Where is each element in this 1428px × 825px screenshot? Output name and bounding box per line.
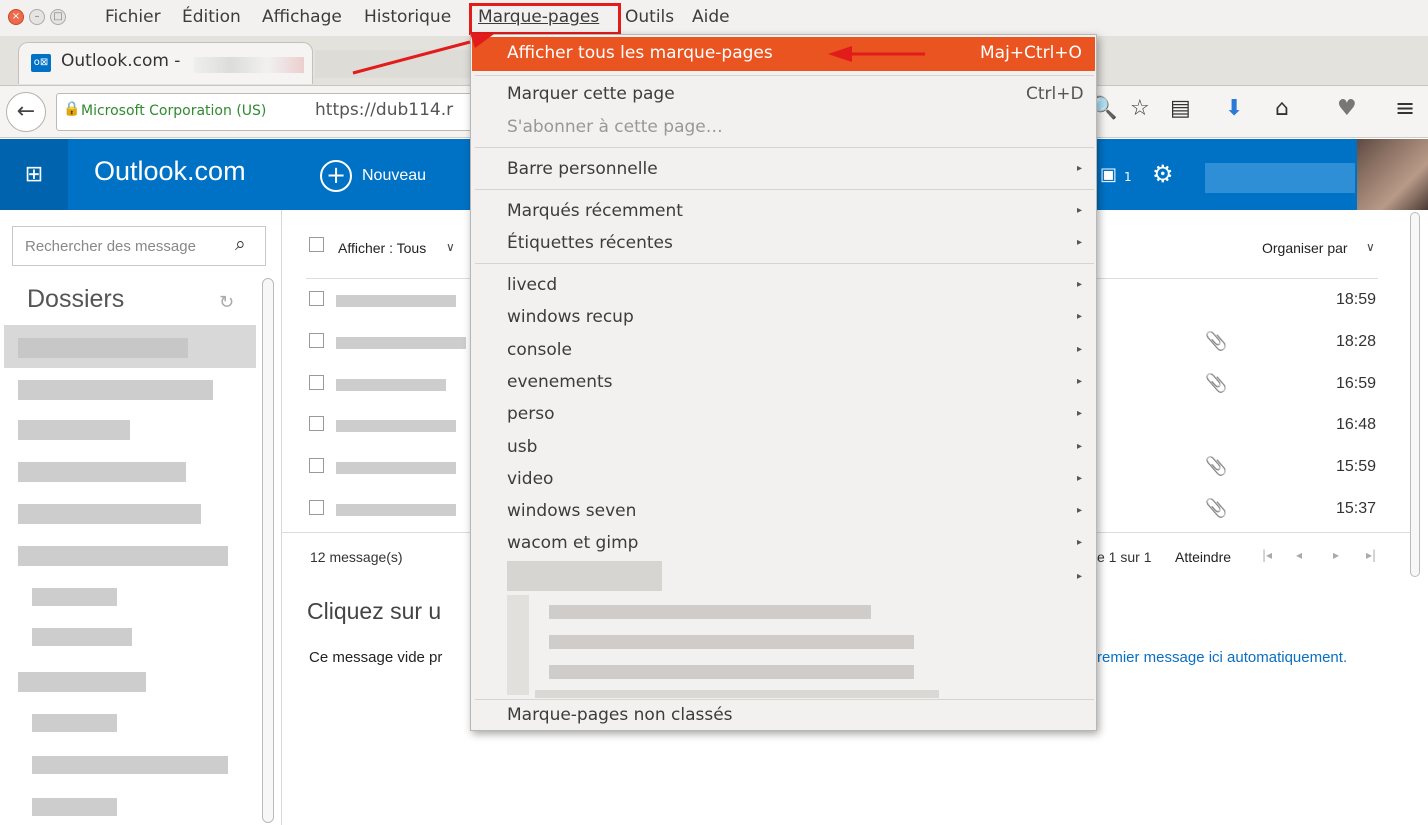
firefox-window: × – □ Fichier Édition Affichage Historiq…: [0, 0, 1428, 825]
annotation-arrows: [352, 33, 925, 75]
annotation-arrow-line: [352, 40, 471, 75]
annotation-arrowhead: [828, 46, 852, 62]
annotation-arrowhead: [470, 33, 494, 48]
